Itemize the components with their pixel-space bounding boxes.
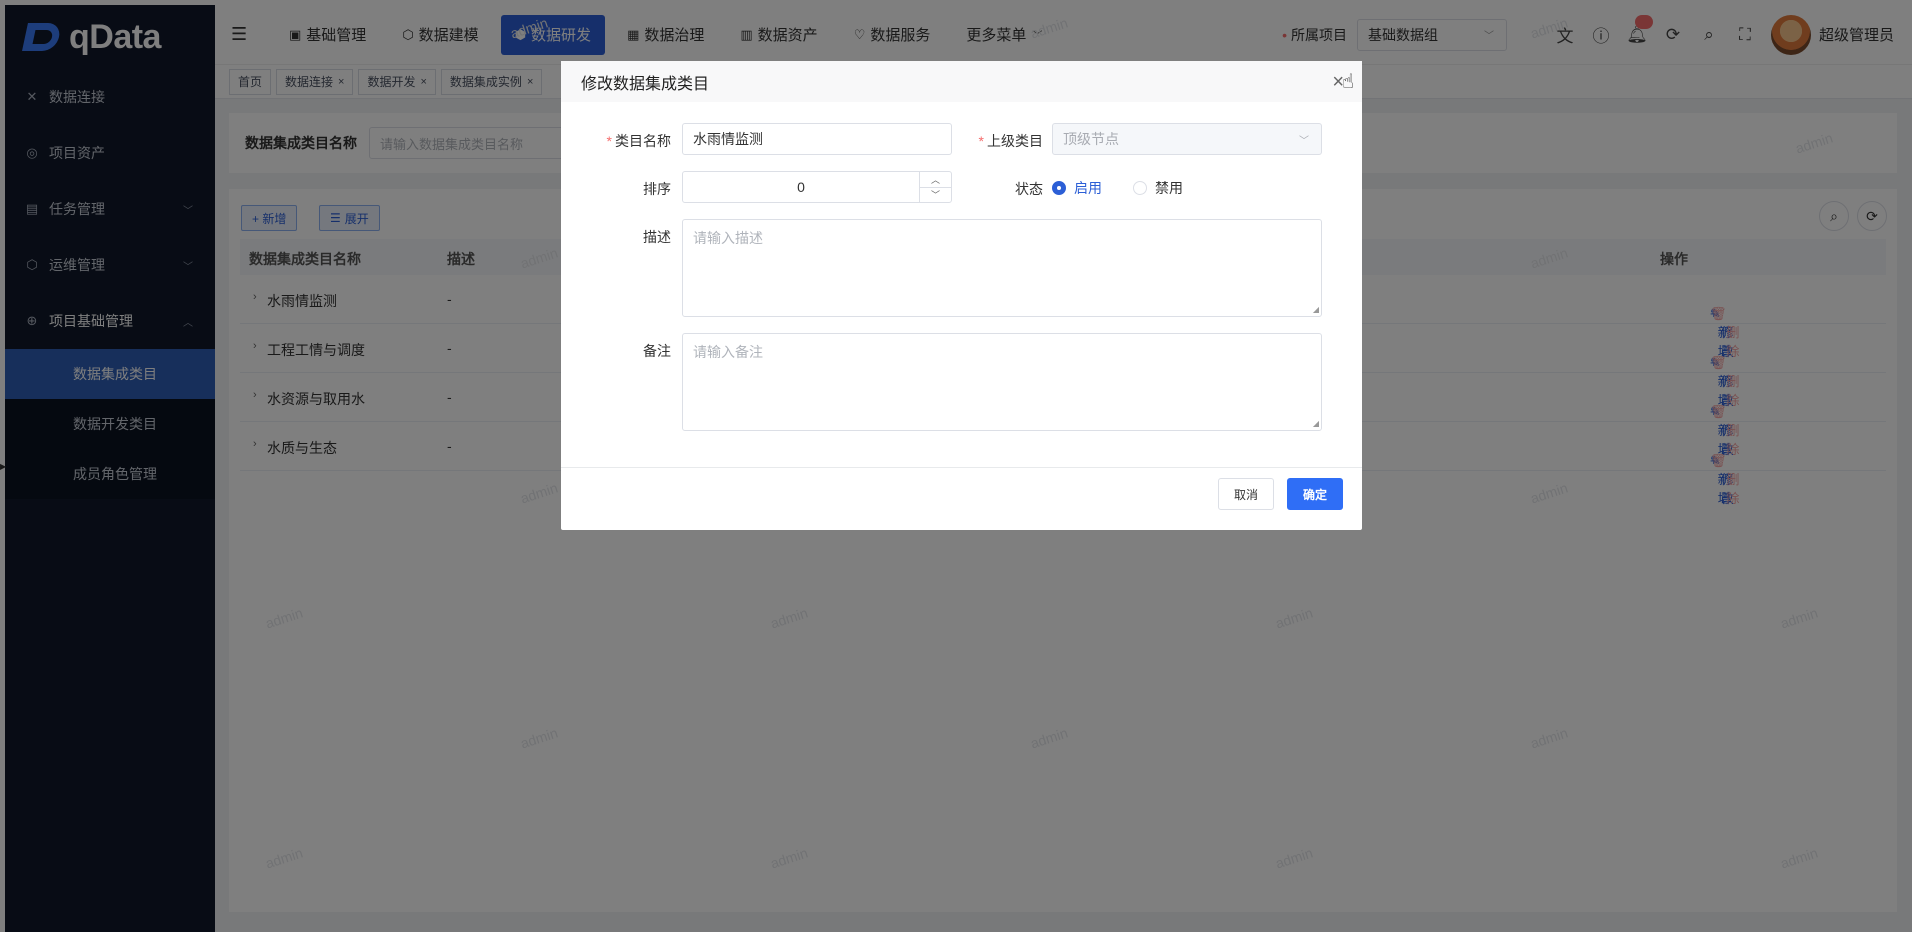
name-label: * 类目名称 — [606, 133, 671, 149]
category-name-input[interactable]: 水雨情监测 — [682, 123, 952, 155]
resize-grip-icon[interactable]: ◢ — [1313, 419, 1319, 428]
hand-cursor-icon: ☝︎ — [1341, 71, 1354, 93]
confirm-button[interactable]: 确定 — [1287, 478, 1343, 510]
edit-category-dialog: 修改数据集成类目 × ☝︎ * 类目名称 水雨情监测 * 上级类目 顶级节点 ﹀ 排… — [561, 61, 1362, 530]
description-textarea[interactable]: 请输入描述 ◢ — [682, 219, 1322, 317]
dialog-header: 修改数据集成类目 × ☝︎ — [561, 61, 1362, 102]
remark-label: 备注 — [643, 343, 671, 359]
dialog-footer: 取消 确定 — [561, 467, 1362, 530]
status-disabled-radio[interactable]: 禁用 — [1133, 178, 1183, 198]
chevron-down-icon: ﹀ — [1299, 135, 1309, 147]
parent-category-select[interactable]: 顶级节点 ﹀ — [1052, 123, 1322, 155]
decrement-icon[interactable]: ﹀ — [920, 188, 951, 203]
increment-icon[interactable]: ︿ — [920, 172, 951, 188]
sort-stepper[interactable]: 0 ︿ ﹀ — [682, 171, 952, 203]
remark-textarea[interactable]: 请输入备注 ◢ — [682, 333, 1322, 431]
cancel-button[interactable]: 取消 — [1218, 478, 1274, 510]
dialog-title: 修改数据集成类目 — [581, 75, 710, 93]
status-label: 状态 — [1015, 181, 1043, 197]
sort-label: 排序 — [643, 181, 671, 197]
status-enabled-radio[interactable]: 启用 — [1052, 178, 1102, 198]
description-label: 描述 — [643, 229, 671, 245]
resize-grip-icon[interactable]: ◢ — [1313, 305, 1319, 314]
parent-label: * 上级类目 — [978, 133, 1043, 149]
